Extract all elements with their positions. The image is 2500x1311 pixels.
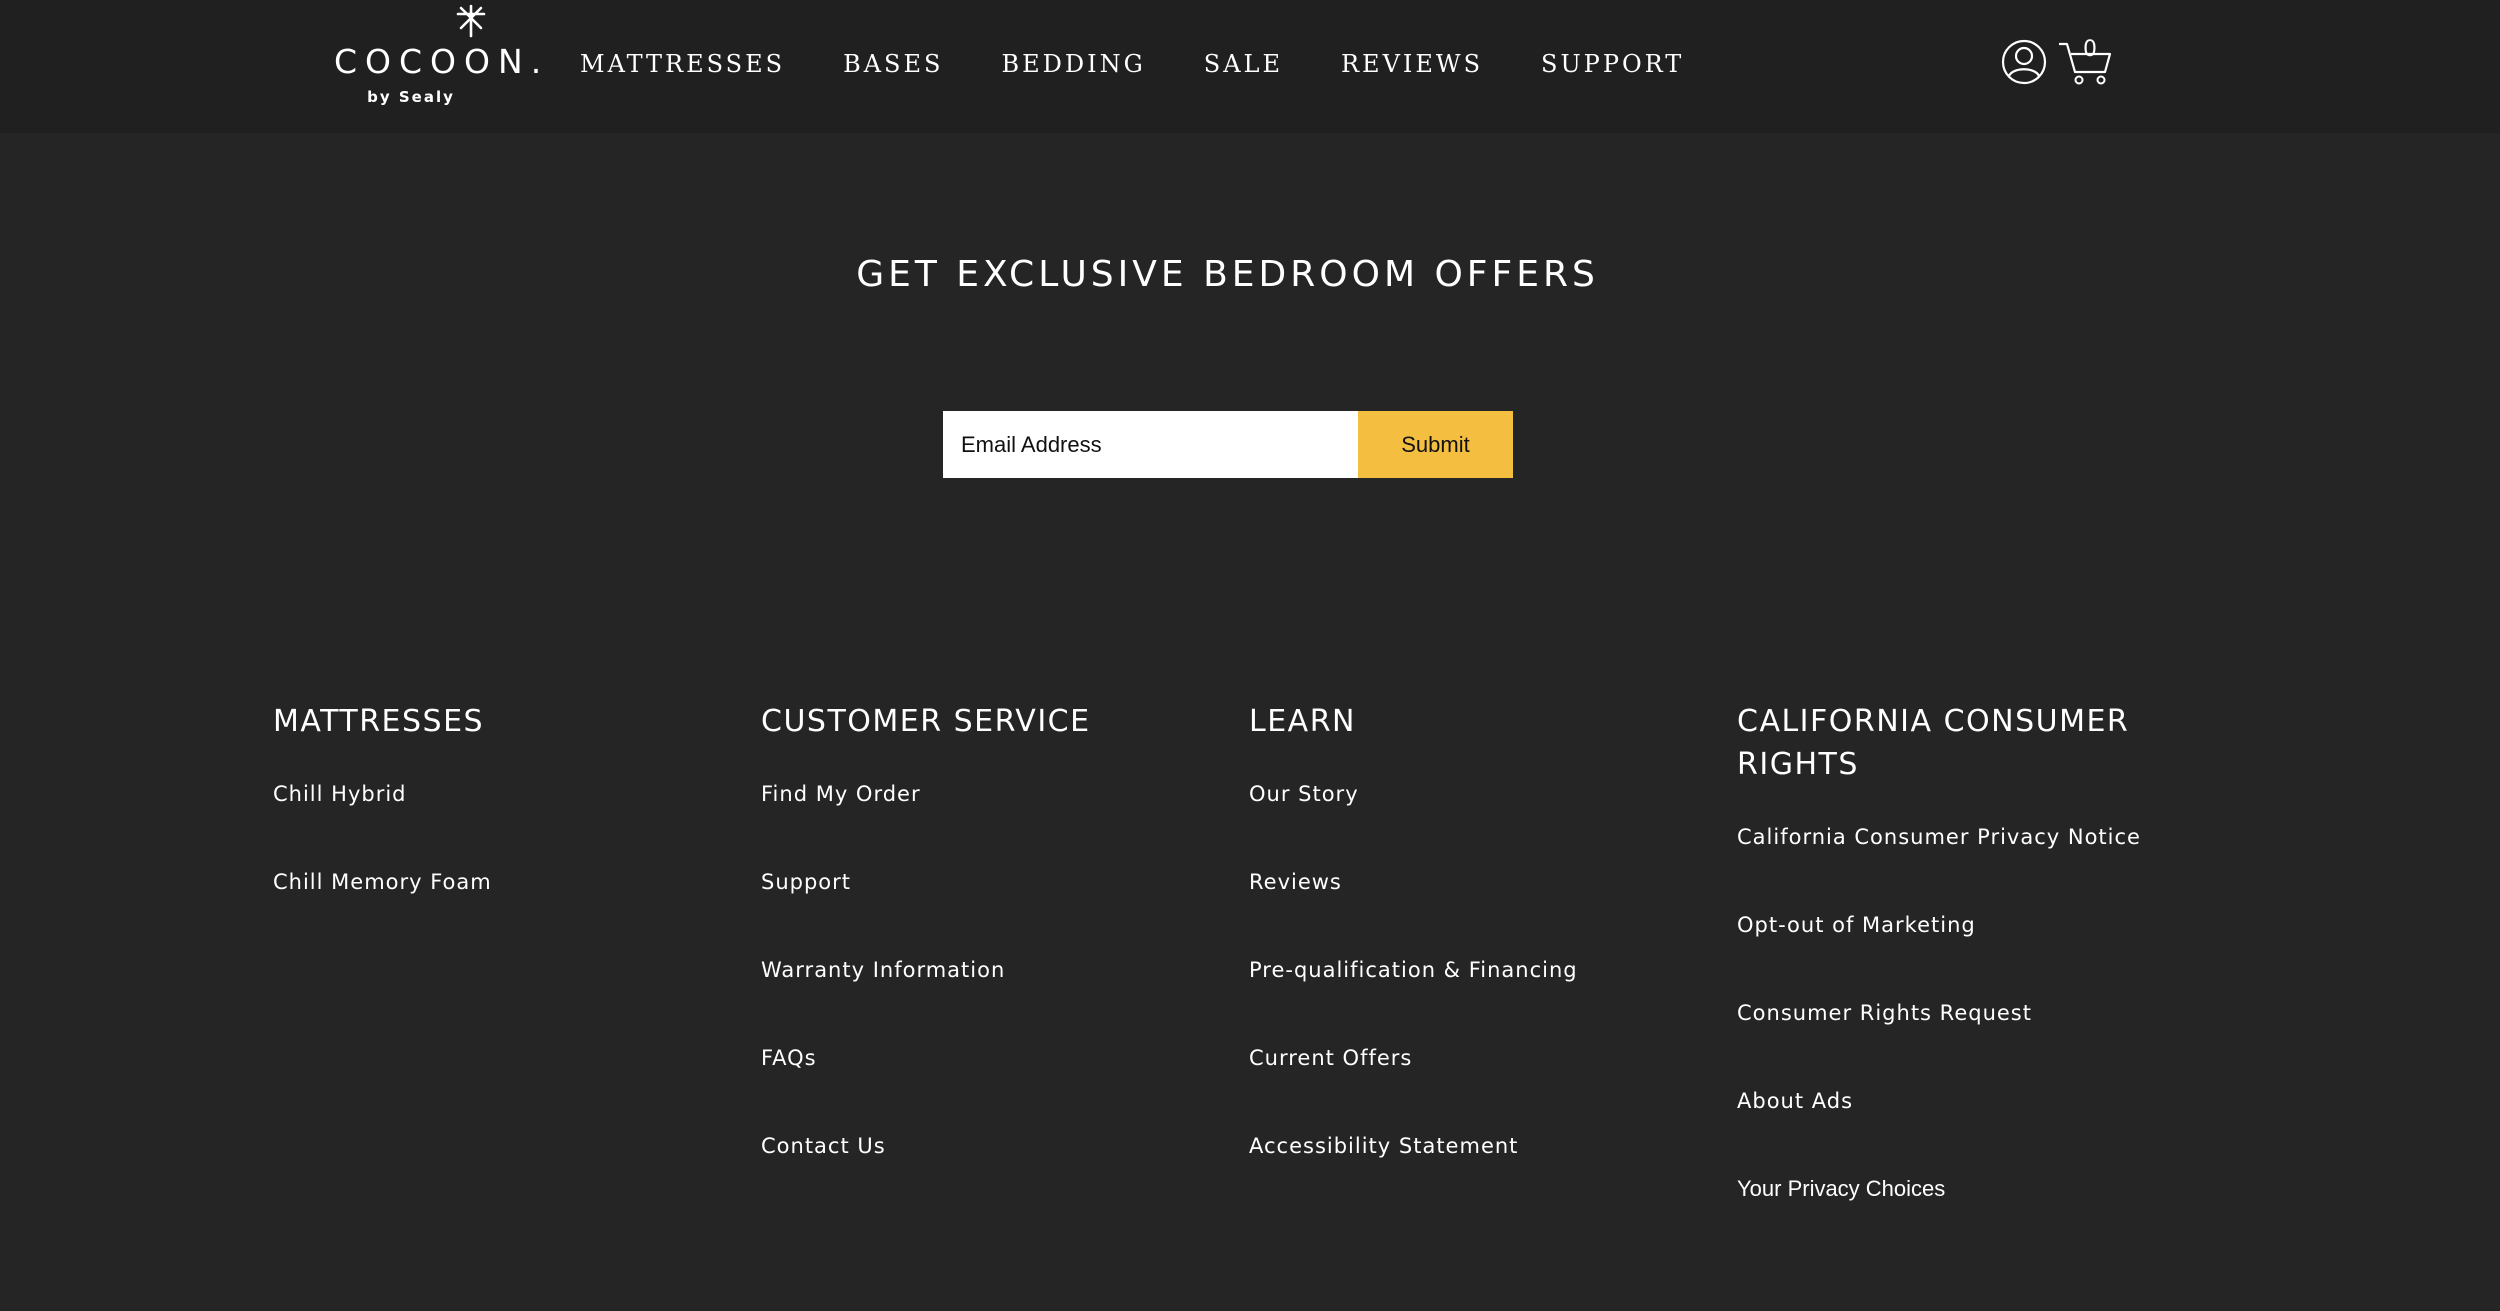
footer-column-learn: LEARN Our Story Reviews Pre-qualificatio… — [1249, 700, 1689, 1226]
footer-heading-customer-service: CUSTOMER SERVICE — [761, 704, 1091, 739]
footer-link-chill-memory-foam[interactable]: Chill Memory Foam — [273, 872, 713, 962]
logo-subtitle: by Sealy — [367, 88, 455, 106]
footer-link-contact-us[interactable]: Contact Us — [761, 1136, 1201, 1226]
newsletter-title: GET EXCLUSIVE BEDROOM OFFERS — [856, 254, 1599, 295]
heading-line-1: CALIFORNIA CONSUMER — [1737, 704, 2130, 739]
footer-link-current-offers[interactable]: Current Offers — [1249, 1048, 1689, 1138]
footer-heading-california-rights: CALIFORNIA CONSUMER RIGHTS — [1737, 700, 2177, 786]
site-header: COCOON. by Sealy MATTRESSES BASES BEDDIN… — [0, 0, 2500, 133]
footer-column-california-rights: CALIFORNIA CONSUMER RIGHTS California Co… — [1737, 700, 2177, 1269]
footer-link-chill-hybrid[interactable]: Chill Hybrid — [273, 784, 713, 874]
cart-count-badge: 0 — [2083, 37, 2097, 62]
footer-column-mattresses: MATTRESSES Chill Hybrid Chill Memory Foa… — [273, 700, 713, 962]
footer-link-privacy-choices[interactable]: Your Privacy Choices — [1737, 1178, 2177, 1269]
footer-link-privacy-notice[interactable]: California Consumer Privacy Notice — [1737, 827, 2177, 917]
nav-bases[interactable]: BASES — [843, 50, 943, 78]
footer-link-support[interactable]: Support — [761, 872, 1201, 962]
footer-column-customer-service: CUSTOMER SERVICE Find My Order Support W… — [761, 700, 1201, 1226]
main-nav: MATTRESSES BASES BEDDING SALE REVIEWS SU… — [580, 46, 1742, 82]
email-field[interactable] — [943, 411, 1358, 478]
nav-sale[interactable]: SALE — [1204, 50, 1283, 78]
footer-heading-mattresses: MATTRESSES — [273, 704, 485, 739]
nav-support[interactable]: SUPPORT — [1541, 50, 1684, 78]
footer-link-our-story[interactable]: Our Story — [1249, 784, 1689, 874]
footer-link-consumer-rights-request[interactable]: Consumer Rights Request — [1737, 1003, 2177, 1093]
footer-link-financing[interactable]: Pre-qualification & Financing — [1249, 960, 1689, 1050]
nav-reviews[interactable]: REVIEWS — [1341, 50, 1483, 78]
footer-link-warranty-information[interactable]: Warranty Information — [761, 960, 1201, 1050]
asterisk-star-icon — [456, 4, 486, 38]
footer-link-faqs[interactable]: FAQs — [761, 1048, 1201, 1138]
logo-wordmark: COCOON. — [334, 42, 550, 81]
heading-line-2: RIGHTS — [1737, 747, 1859, 782]
footer-link-reviews[interactable]: Reviews — [1249, 872, 1689, 962]
footer-link-opt-out-marketing[interactable]: Opt-out of Marketing — [1737, 915, 2177, 1005]
footer-link-accessibility-statement[interactable]: Accessibility Statement — [1249, 1136, 1689, 1226]
footer-link-find-my-order[interactable]: Find My Order — [761, 784, 1201, 874]
nav-bedding[interactable]: BEDDING — [1001, 50, 1145, 78]
footer-heading-learn: LEARN — [1249, 704, 1356, 739]
nav-mattresses[interactable]: MATTRESSES — [580, 50, 785, 78]
submit-button[interactable]: Submit — [1358, 411, 1513, 478]
cocoon-logo[interactable]: COCOON. by Sealy — [330, 4, 550, 110]
footer-link-about-ads[interactable]: About Ads — [1737, 1091, 2177, 1181]
user-circle-icon[interactable] — [2000, 38, 2048, 86]
